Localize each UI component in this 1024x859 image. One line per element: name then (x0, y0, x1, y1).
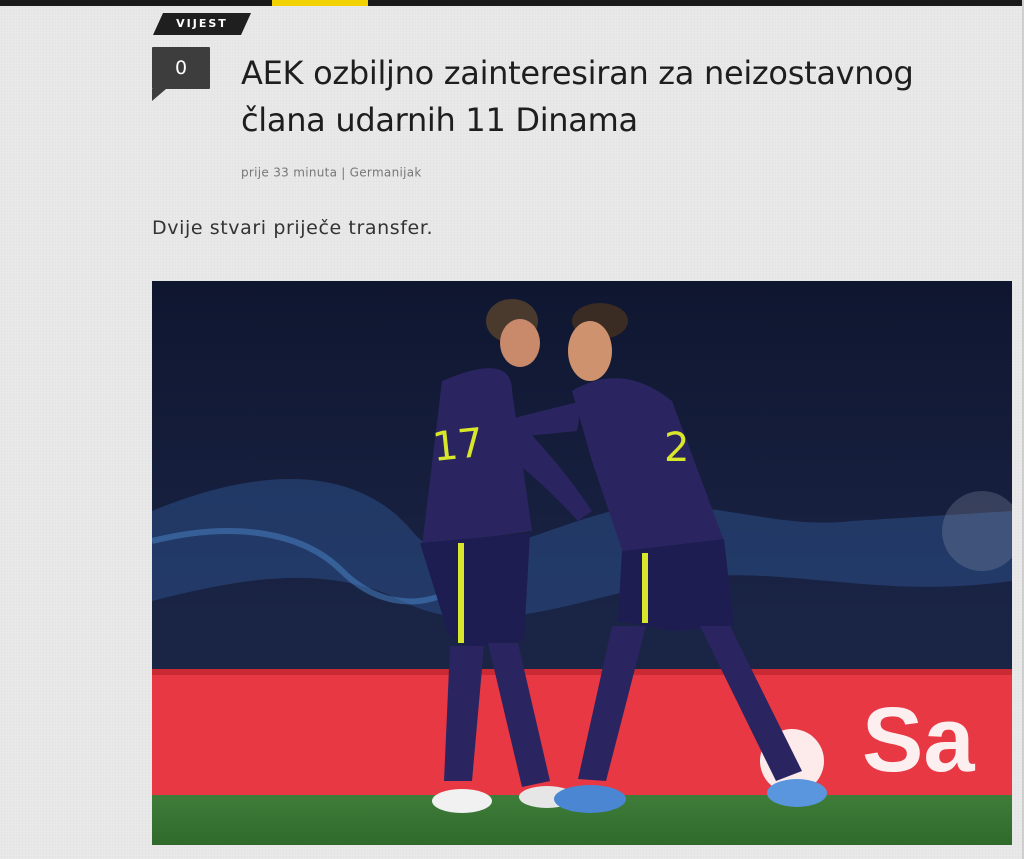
left-player-number: 17 (430, 420, 485, 471)
article-lead: Dvije stvari priječe transfer. (152, 217, 434, 239)
ad-board-text: Sa (862, 689, 975, 791)
article-title: AEK ozbiljno zainteresiran za neizostavn… (241, 54, 914, 139)
article-meta: prije 33 minuta | Germanijak (241, 165, 422, 180)
active-nav-indicator (272, 0, 368, 6)
right-player-number: 2 (664, 425, 689, 471)
category-tag[interactable]: VIJEST (153, 13, 251, 35)
comment-bubble-icon (152, 89, 166, 101)
publish-time: prije 33 minuta (241, 165, 338, 180)
site-top-bar (0, 0, 1024, 6)
hero-photo: Sa 17 2 (152, 281, 1012, 845)
meta-separator: | (341, 165, 346, 180)
article-hero-image[interactable]: Sa 17 2 (152, 281, 1012, 845)
author-link[interactable]: Germanijak (350, 166, 422, 180)
comment-count-badge[interactable]: 0 (152, 47, 210, 89)
